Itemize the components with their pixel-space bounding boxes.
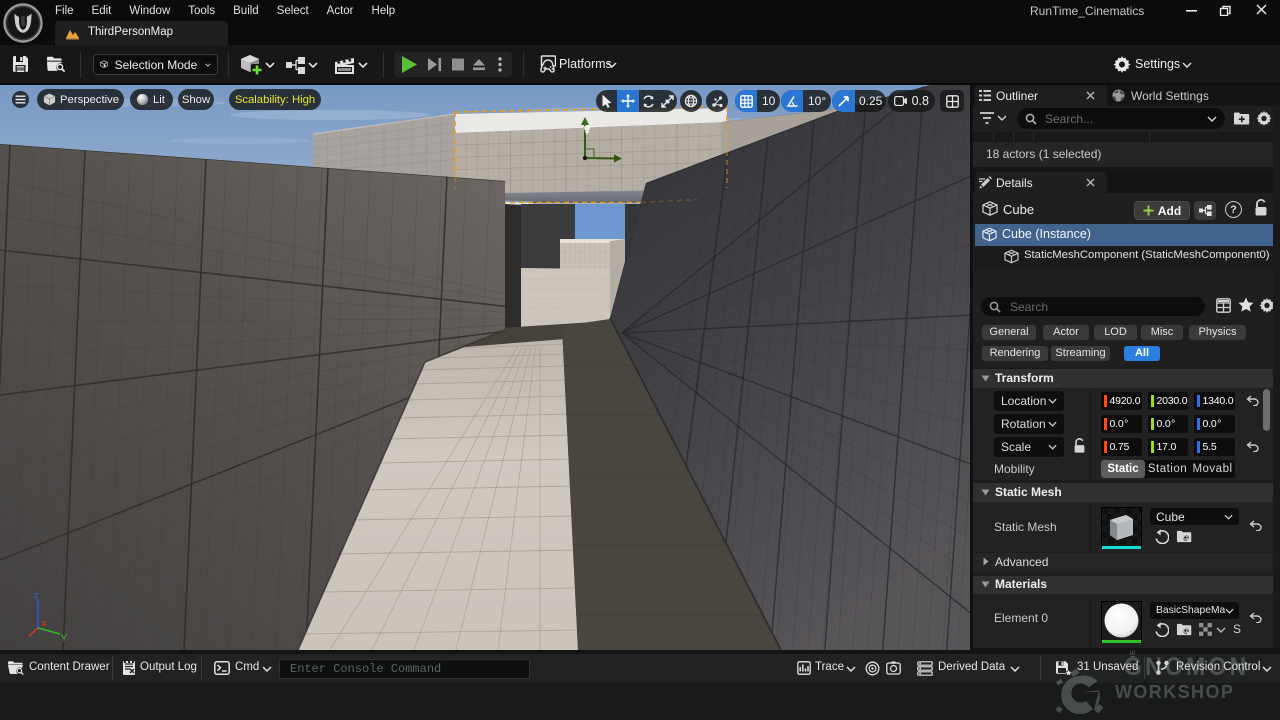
svg-text:Y: Y <box>61 633 67 643</box>
svg-text:z: z <box>34 590 39 600</box>
svg-text:x: x <box>42 618 47 628</box>
